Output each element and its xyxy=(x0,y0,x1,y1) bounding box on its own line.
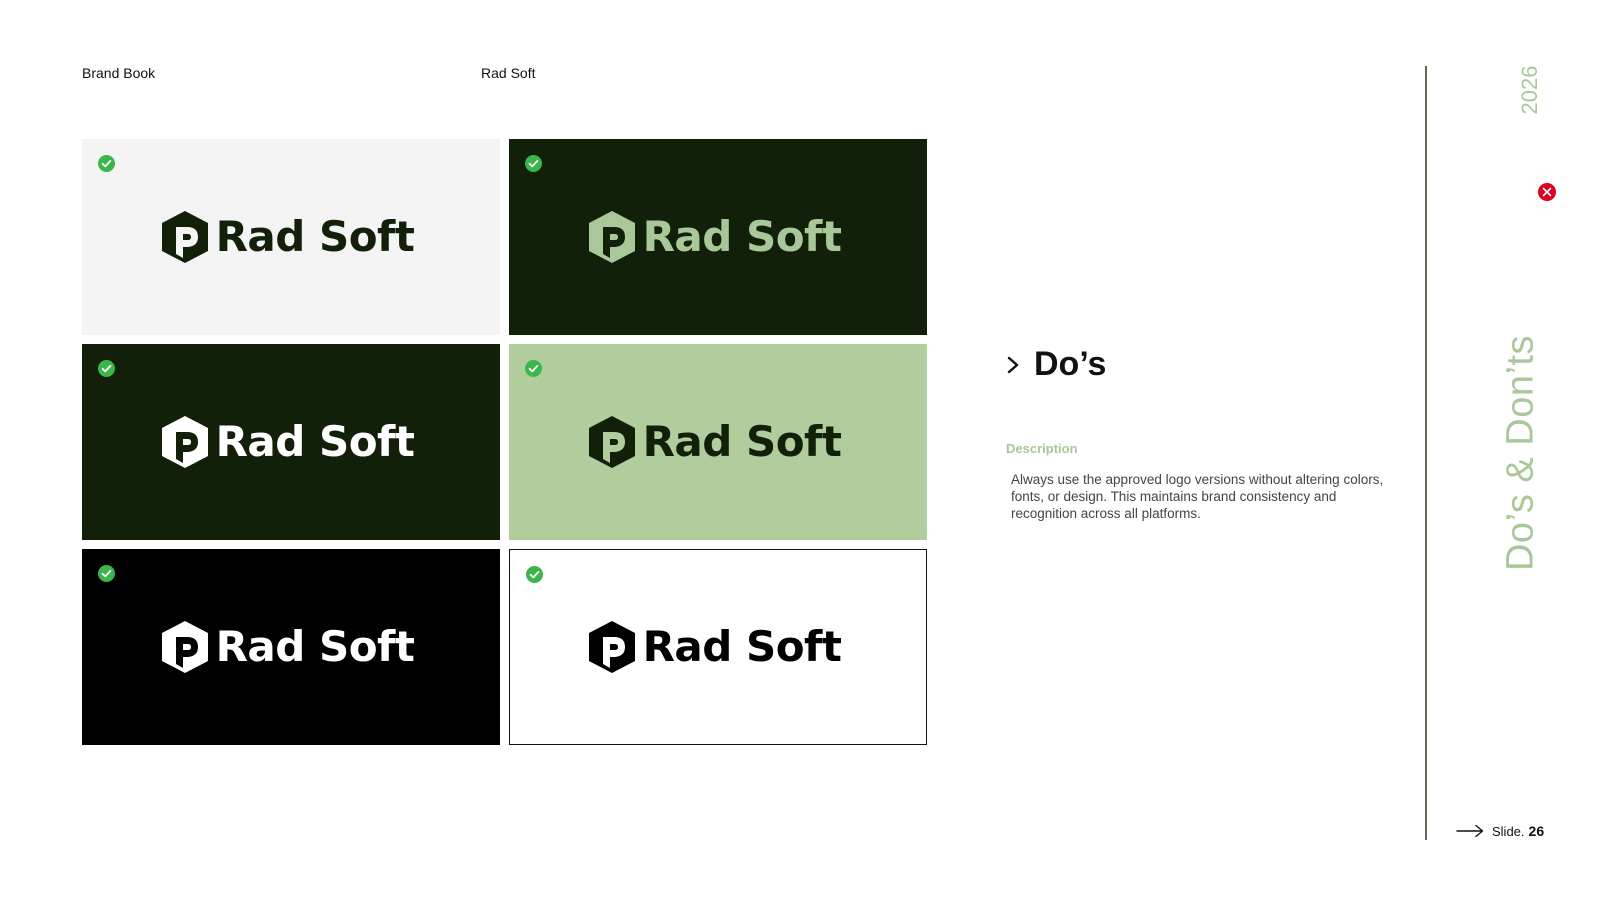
check-icon xyxy=(525,360,542,377)
logo-tile: Rad Soft xyxy=(82,139,500,335)
logo-mark-icon xyxy=(588,416,635,468)
slide-label: Slide. xyxy=(1492,823,1525,839)
year-label: 2026 xyxy=(1517,65,1542,115)
check-icon xyxy=(98,565,115,582)
logo-wordmark: Rad Soft xyxy=(642,417,842,466)
check-icon xyxy=(98,360,115,377)
logo: Rad Soft xyxy=(160,415,415,469)
logo: Rad Soft xyxy=(587,415,842,469)
logo-tile: Rad Soft xyxy=(82,344,500,540)
chevron-right-icon xyxy=(1007,356,1019,373)
arrow-right-icon[interactable] xyxy=(1456,824,1484,838)
logo-mark-icon xyxy=(161,416,208,468)
description-text: Always use the approved logo versions wi… xyxy=(1011,472,1384,521)
logo-usage-grid: Rad Soft Rad Soft Rad Soft Rad Soft Rad … xyxy=(82,139,927,745)
brand-book-label: Brand Book xyxy=(82,65,156,81)
check-icon xyxy=(98,155,115,172)
logo-mark-icon xyxy=(161,621,208,673)
slide-navigation[interactable]: Slide. 26 xyxy=(1456,823,1544,839)
logo-tile: Rad Soft xyxy=(509,344,927,540)
section-heading: Do’s xyxy=(1006,345,1106,384)
logo: Rad Soft xyxy=(160,210,415,264)
logo-wordmark: Rad Soft xyxy=(642,622,842,671)
logo: Rad Soft xyxy=(587,210,842,264)
sidebar-divider xyxy=(1425,66,1427,840)
logo-wordmark: Rad Soft xyxy=(215,212,415,261)
logo-wordmark: Rad Soft xyxy=(642,212,842,261)
x-circle-icon xyxy=(1538,183,1556,201)
logo: Rad Soft xyxy=(587,620,842,674)
description-label: Description xyxy=(1006,441,1078,456)
section-vertical-label: Do’s & Don’ts xyxy=(1499,334,1542,572)
logo-tile: Rad Soft xyxy=(82,549,500,745)
logo-mark-icon xyxy=(588,621,635,673)
logo-wordmark: Rad Soft xyxy=(215,622,415,671)
logo-tile: Rad Soft xyxy=(509,549,927,745)
logo-wordmark: Rad Soft xyxy=(215,417,415,466)
logo: Rad Soft xyxy=(160,620,415,674)
slide-number: 26 xyxy=(1528,823,1545,839)
check-icon xyxy=(525,155,542,172)
logo-tile: Rad Soft xyxy=(509,139,927,335)
check-icon xyxy=(526,566,543,583)
logo-mark-icon xyxy=(588,211,635,263)
dos-title: Do’s xyxy=(1034,345,1107,383)
brand-name-label: Rad Soft xyxy=(481,65,536,81)
logo-mark-icon xyxy=(161,211,208,263)
